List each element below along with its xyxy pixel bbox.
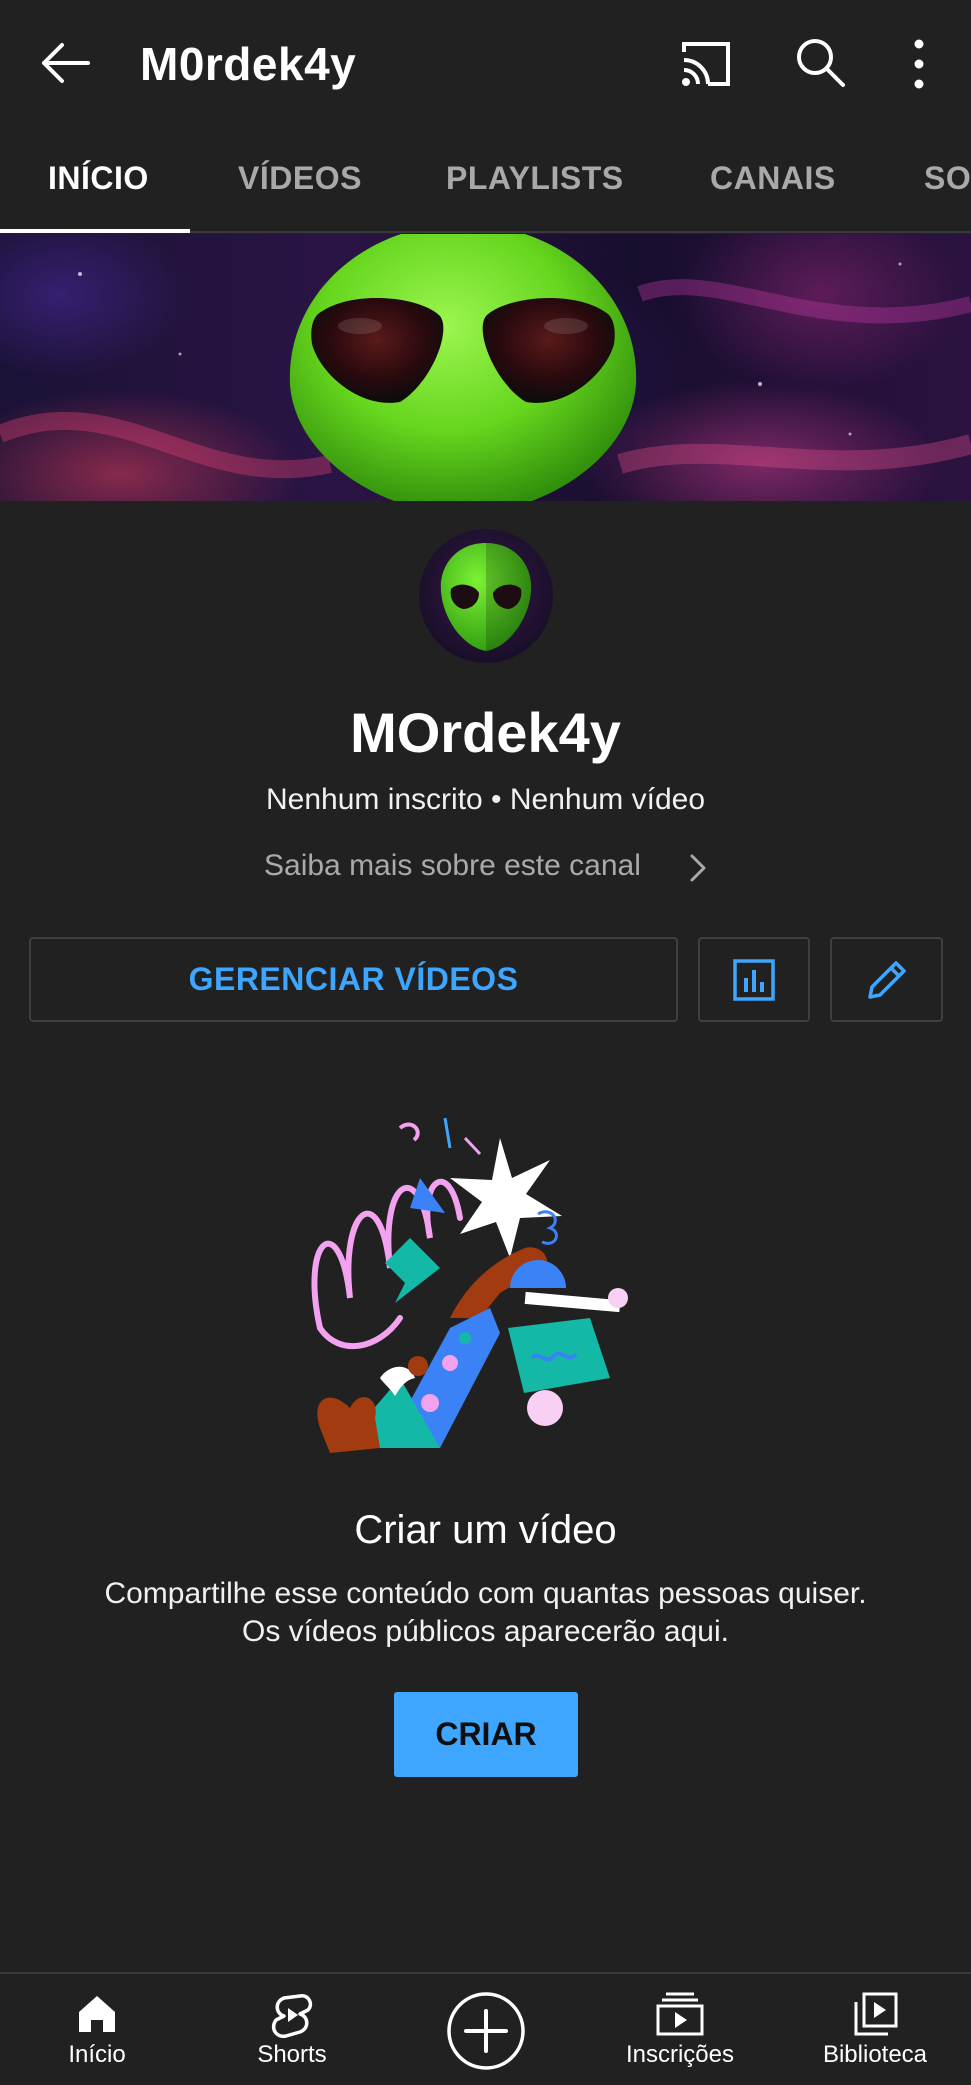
nav-item-shorts[interactable]: Shorts	[212, 1974, 372, 2085]
about-channel-link[interactable]: Saiba mais sobre este canal	[250, 846, 722, 890]
channel-name: MOrdek4y	[350, 701, 621, 764]
tab-sobre[interactable]: SOBRE	[924, 130, 971, 231]
pencil-icon	[867, 960, 906, 999]
tab-inicio[interactable]: INÍCIO	[48, 130, 149, 231]
nav-label-shorts: Shorts	[257, 2041, 327, 2068]
app-bar-title: M0rdek4y	[140, 38, 357, 90]
nav-label-biblioteca: Biblioteca	[822, 2041, 928, 2068]
channel-stats: Nenhum inscrito • Nenhum vídeo	[265, 783, 706, 816]
edit-channel-button[interactable]	[830, 937, 943, 1022]
nav-label-inicio: Início	[68, 2041, 126, 2068]
empty-state-description-line-2: Os vídeos públicos aparecerão aqui.	[242, 1615, 729, 1648]
more-vert-icon[interactable]	[904, 36, 934, 92]
manage-videos-button[interactable]: GERENCIAR VÍDEOS	[29, 937, 678, 1022]
nav-item-biblioteca[interactable]: Biblioteca	[795, 1974, 955, 2085]
analytics-icon	[733, 958, 775, 1001]
library-icon	[854, 1992, 898, 2036]
home-icon	[79, 1996, 115, 2032]
tab-canais[interactable]: CANAIS	[710, 130, 836, 231]
analytics-button[interactable]	[698, 937, 810, 1022]
alien-banner-art	[0, 234, 971, 501]
search-icon[interactable]	[794, 36, 846, 88]
channel-avatar[interactable]	[419, 529, 553, 663]
chevron-right-icon	[690, 854, 706, 882]
nav-label-inscricoes: Inscrições	[625, 2041, 735, 2068]
empty-state-description-line-1: Compartilhe esse conteúdo com quantas pe…	[104, 1577, 867, 1610]
empty-state-description: Compartilhe esse conteúdo com quantas pe…	[60, 1575, 911, 1651]
app-bar: M0rdek4y	[0, 0, 971, 130]
alien-avatar-art	[440, 543, 532, 651]
active-tab-indicator	[0, 229, 190, 233]
create-plus-icon[interactable]	[446, 1991, 526, 2071]
cast-icon[interactable]	[678, 38, 734, 90]
empty-state-title: Criar um vídeo	[354, 1508, 617, 1552]
channel-banner	[0, 234, 971, 501]
subscriptions-icon	[656, 1992, 704, 2036]
nav-item-inscricoes[interactable]: Inscrições	[600, 1974, 760, 2085]
channel-tabs: INÍCIO VÍDEOS PLAYLISTS CANAIS SOBRE	[0, 130, 971, 233]
create-button[interactable]: CRIAR	[394, 1692, 578, 1777]
about-channel-label: Saiba mais sobre este canal	[264, 849, 641, 882]
shorts-icon	[271, 1994, 313, 2038]
tab-playlists[interactable]: PLAYLISTS	[446, 130, 624, 231]
create-video-illustration	[311, 1118, 628, 1453]
back-arrow-icon[interactable]	[36, 38, 96, 88]
nav-item-inicio[interactable]: Início	[17, 1974, 177, 2085]
tab-videos[interactable]: VÍDEOS	[238, 130, 362, 231]
bottom-navigation: Início Shorts Inscrições Biblioteca	[0, 1972, 971, 2085]
